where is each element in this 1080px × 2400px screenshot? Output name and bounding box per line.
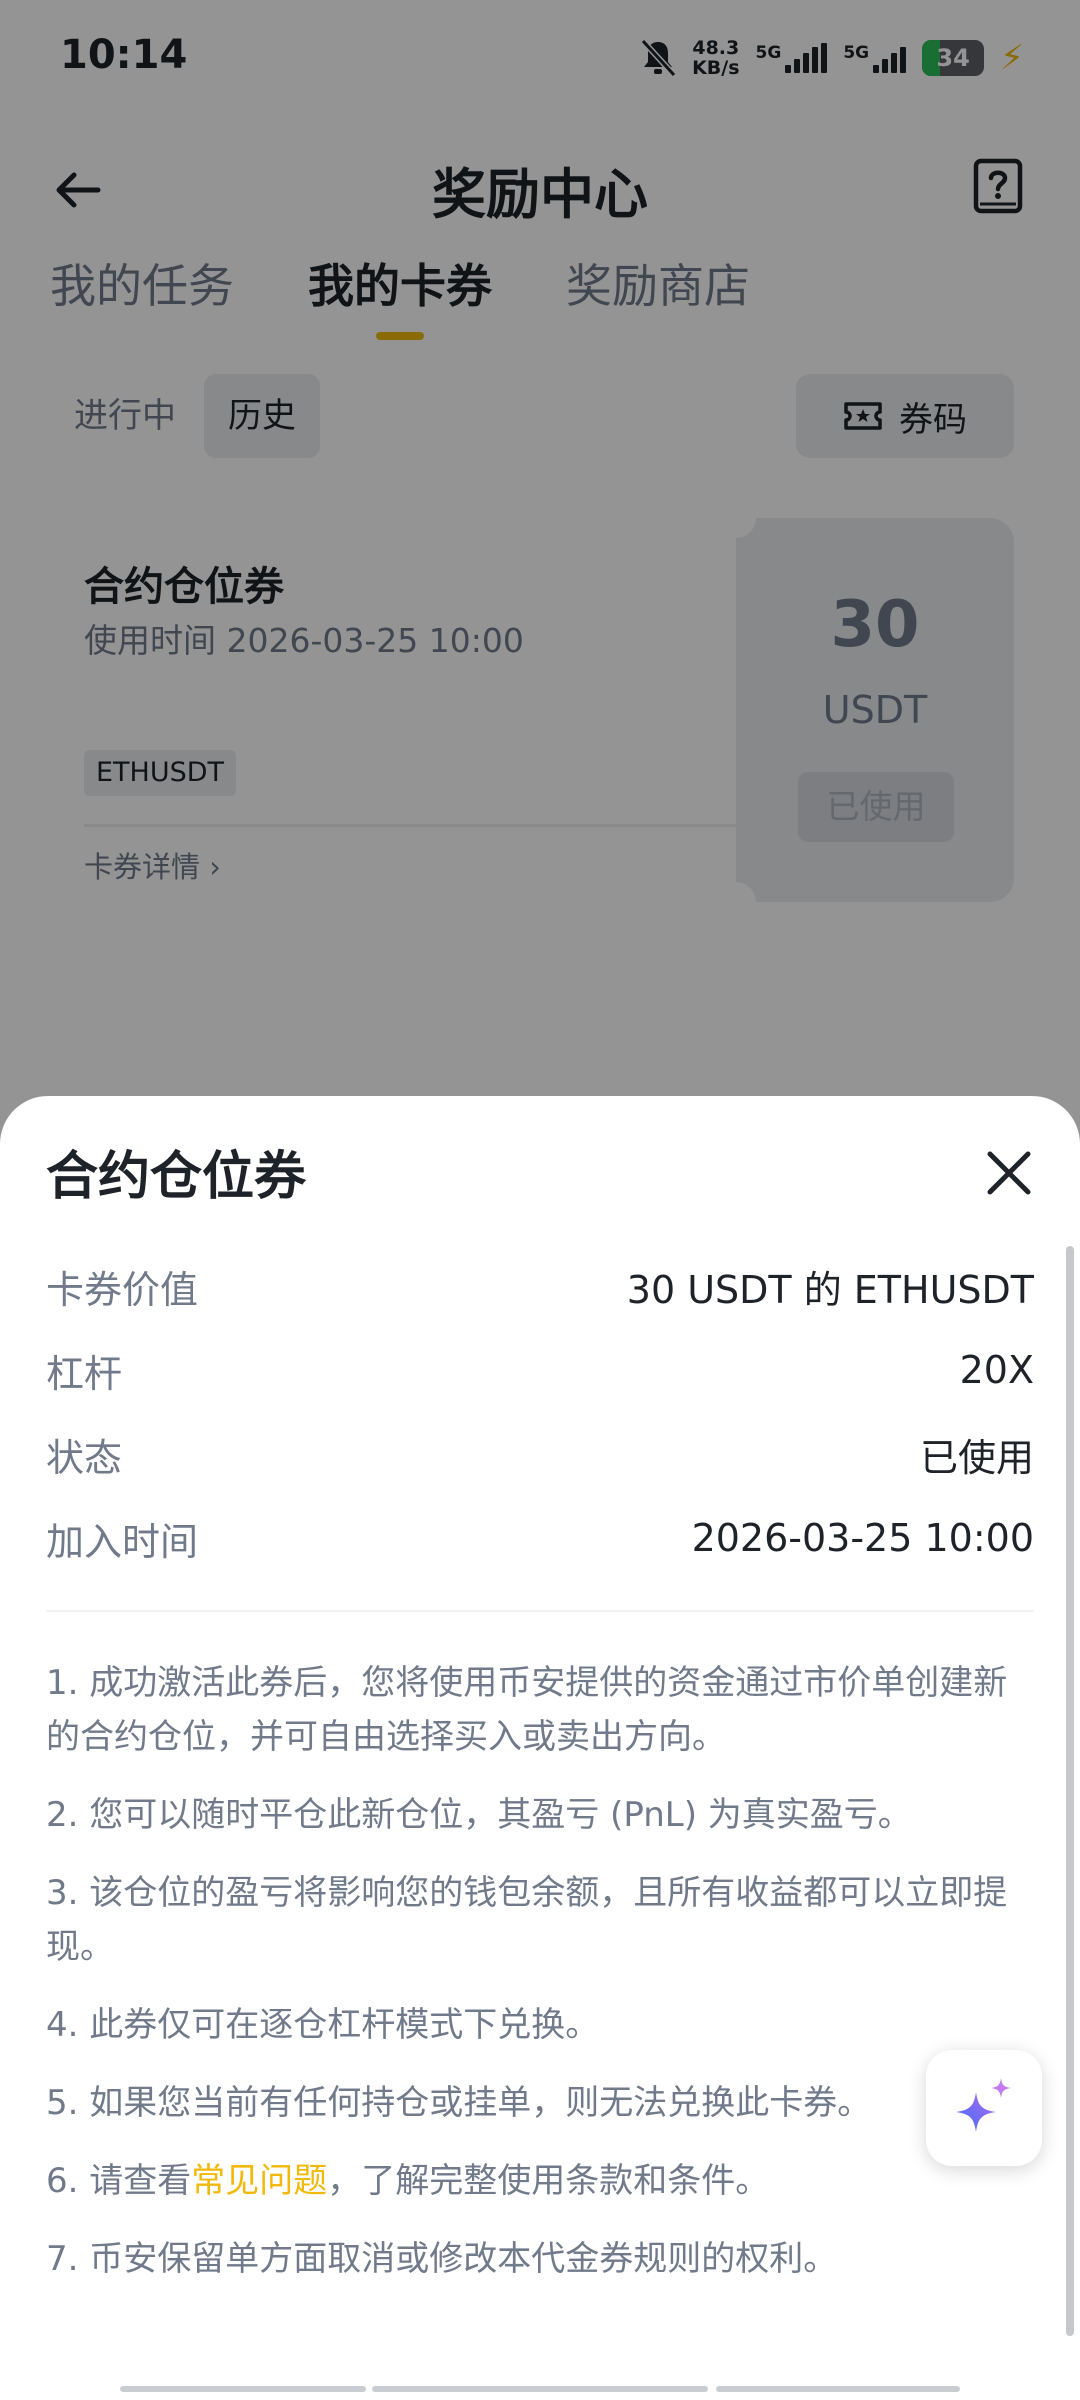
faq-link[interactable]: 常见问题: [191, 2161, 327, 2201]
term-item: 5. 如果您当前有任何持仓或挂单，则无法兑换此卡券。: [46, 2083, 872, 2123]
detail-row-status: 状态 已使用: [46, 1435, 1034, 1480]
ai-assistant-button[interactable]: [926, 2050, 1042, 2166]
detail-rows: 卡券价值 30 USDT 的 ETHUSDT 杠杆 20X 状态 已使用 加入时…: [46, 1244, 1034, 1580]
sheet-divider: [46, 1610, 1034, 1612]
sheet-scrollbar[interactable]: [1066, 1246, 1074, 2336]
term-item: 4. 此券仅可在逐仓杠杆模式下兑换。: [46, 2005, 600, 2045]
coupon-detail-sheet: 合约仓位券 卡券价值 30 USDT 的 ETHUSDT 杠杆 20X 状态 已…: [0, 1096, 1080, 2400]
term-item: 3. 该仓位的盈亏将影响您的钱包余额，且所有收益都可以立即提现。: [46, 1873, 1008, 1967]
nav-hint-bar: [372, 2386, 708, 2392]
detail-row-value: 卡券价值 30 USDT 的 ETHUSDT: [46, 1267, 1034, 1312]
term-item: 6. 请查看常见问题，了解完整使用条款和条件。: [46, 2161, 770, 2201]
detail-row-added-time: 加入时间 2026-03-25 10:00: [46, 1516, 1034, 1564]
term-item: 2. 您可以随时平仓此新仓位，其盈亏 (PnL) 为真实盈亏。: [46, 1795, 912, 1835]
ai-sparkle-icon: [956, 2078, 1011, 2132]
terms-list: 1. 成功激活此券后，您将使用币安提供的资金通过市价单创建新的合约仓位，并可自由…: [46, 1656, 1034, 2310]
nav-hint-bar: [120, 2386, 366, 2392]
close-icon[interactable]: [982, 1146, 1036, 1200]
detail-row-leverage: 杠杆 20X: [46, 1348, 1034, 1396]
term-item: 1. 成功激活此券后，您将使用币安提供的资金通过市价单创建新的合约仓位，并可自由…: [46, 1663, 1008, 1757]
sheet-title: 合约仓位券: [46, 1147, 307, 1207]
term-item: 7. 币安保留单方面取消或修改本代金券规则的权利。: [46, 2239, 838, 2279]
nav-hint-bar: [716, 2386, 960, 2392]
